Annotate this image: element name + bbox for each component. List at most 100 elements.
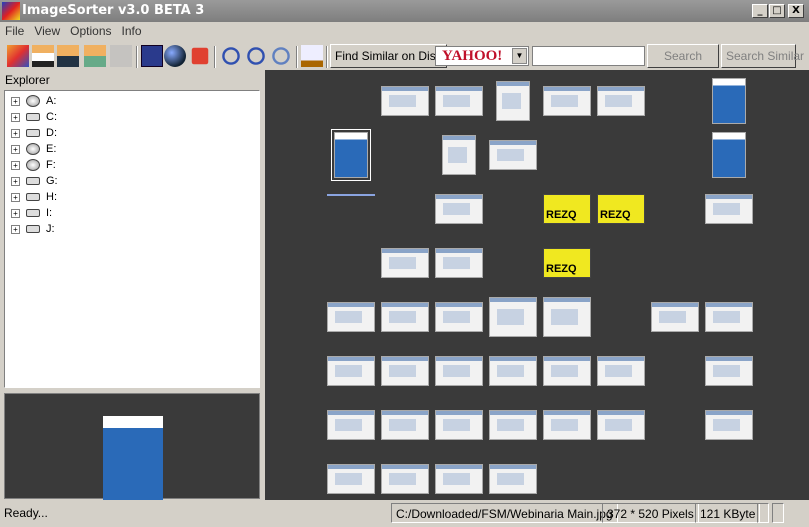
- expand-icon[interactable]: +: [11, 224, 20, 234]
- image-thumbnail[interactable]: [381, 464, 429, 494]
- image-thumbnail[interactable]: [442, 135, 476, 175]
- image-thumbnail[interactable]: [327, 464, 375, 494]
- search-button[interactable]: Search: [647, 44, 719, 68]
- image-thumbnail[interactable]: [435, 410, 483, 440]
- image-thumbnail[interactable]: [327, 302, 375, 332]
- image-thumbnail[interactable]: [435, 248, 483, 278]
- sort-by-name-icon[interactable]: [32, 45, 54, 67]
- image-thumbnail[interactable]: [381, 86, 429, 116]
- image-thumbnail[interactable]: [489, 464, 537, 494]
- image-canvas[interactable]: [265, 70, 809, 500]
- image-thumbnail[interactable]: [327, 356, 375, 386]
- image-thumbnail[interactable]: [496, 81, 530, 121]
- chevron-down-icon[interactable]: ▼: [512, 48, 527, 64]
- image-thumbnail[interactable]: [435, 86, 483, 116]
- image-thumbnail[interactable]: [489, 140, 537, 170]
- image-thumbnail[interactable]: [435, 356, 483, 386]
- search-input[interactable]: [532, 46, 645, 66]
- image-thumbnail[interactable]: [489, 410, 537, 440]
- stop-icon[interactable]: [191, 47, 209, 65]
- image-thumbnail[interactable]: [489, 297, 537, 337]
- menu-info[interactable]: Info: [117, 22, 147, 38]
- close-button[interactable]: X: [788, 4, 804, 18]
- status-path: C:/Downloaded/FSM/Webinaria Main.jpg: [391, 503, 618, 523]
- image-thumbnail[interactable]: [381, 410, 429, 440]
- image-thumbnail[interactable]: [327, 194, 375, 196]
- drive-label: H:: [46, 191, 57, 203]
- drive-icon: [26, 193, 40, 201]
- maximize-button[interactable]: □: [769, 4, 785, 18]
- tree-item-drive[interactable]: + G:: [11, 174, 58, 188]
- image-thumbnail[interactable]: [543, 248, 591, 278]
- explorer-tree[interactable]: + A: + C: + D: + E: + F: + G: + H: + I: + J:: [4, 90, 260, 388]
- image-thumbnail[interactable]: [331, 129, 371, 181]
- status-panel: [772, 503, 784, 523]
- explorer-label: Explorer: [5, 73, 50, 87]
- image-thumbnail[interactable]: [381, 248, 429, 278]
- image-thumbnail[interactable]: [327, 410, 375, 440]
- minimize-button[interactable]: _: [752, 4, 768, 18]
- search-engine-select[interactable]: YAHOO! ▼: [435, 46, 529, 66]
- image-thumbnail[interactable]: [543, 356, 591, 386]
- image-thumbnail[interactable]: [597, 410, 645, 440]
- image-thumbnail[interactable]: [705, 410, 753, 440]
- tree-item-drive[interactable]: + C:: [11, 110, 57, 124]
- sort-by-color-icon[interactable]: [7, 45, 29, 67]
- image-thumbnail[interactable]: [705, 356, 753, 386]
- image-thumbnail[interactable]: [597, 194, 645, 224]
- image-thumbnail[interactable]: [597, 86, 645, 116]
- menu-options[interactable]: Options: [65, 22, 116, 38]
- tree-item-drive[interactable]: + E:: [11, 142, 56, 156]
- preview-pane: [4, 393, 260, 500]
- image-thumbnail[interactable]: [543, 194, 591, 224]
- sort-by-date-icon[interactable]: [84, 45, 106, 67]
- expand-icon[interactable]: +: [11, 176, 20, 186]
- expand-icon[interactable]: +: [11, 192, 20, 202]
- image-thumbnail[interactable]: [435, 194, 483, 224]
- image-thumbnail[interactable]: [381, 302, 429, 332]
- image-thumbnail[interactable]: [489, 356, 537, 386]
- app-logo-icon: [2, 2, 20, 20]
- expand-icon[interactable]: +: [11, 128, 20, 138]
- image-thumbnail[interactable]: [712, 132, 746, 178]
- image-thumbnail[interactable]: [705, 194, 753, 224]
- image-thumbnail[interactable]: [597, 356, 645, 386]
- image-thumbnail[interactable]: [435, 464, 483, 494]
- sort-by-size-icon[interactable]: [57, 45, 79, 67]
- drive-icon: [26, 209, 40, 217]
- menu-file[interactable]: File: [0, 22, 29, 38]
- tree-item-drive[interactable]: + A:: [11, 94, 56, 108]
- image-thumbnail[interactable]: [543, 410, 591, 440]
- tree-item-drive[interactable]: + F:: [11, 158, 56, 172]
- search-similar-button[interactable]: Search Similar: [721, 44, 804, 68]
- status-dimensions: 372 * 520 Pixels: [602, 503, 699, 523]
- expand-icon[interactable]: +: [11, 160, 20, 170]
- expand-icon[interactable]: +: [11, 144, 20, 154]
- image-thumbnail[interactable]: [651, 302, 699, 332]
- expand-icon[interactable]: +: [11, 112, 20, 122]
- drive-icon: [26, 113, 40, 121]
- zoom-fit-icon[interactable]: [272, 47, 290, 65]
- zoom-in-icon[interactable]: [222, 47, 240, 65]
- find-similar-on-disk-button[interactable]: Find Similar on Disk: [330, 44, 447, 68]
- image-thumbnail[interactable]: [543, 297, 591, 337]
- tree-item-drive[interactable]: + D:: [11, 126, 57, 140]
- tree-item-drive[interactable]: + J:: [11, 222, 55, 236]
- image-thumbnail[interactable]: [705, 302, 753, 332]
- status-text: Ready...: [4, 506, 48, 520]
- view-square-icon[interactable]: [141, 45, 163, 67]
- tree-item-drive[interactable]: + H:: [11, 190, 57, 204]
- expand-icon[interactable]: +: [11, 96, 20, 106]
- view-sphere-icon[interactable]: [164, 45, 186, 67]
- title-bar: ImageSorter v3.0 BETA 3 _ □ X: [0, 0, 809, 22]
- image-thumbnail[interactable]: [543, 86, 591, 116]
- image-thumbnail[interactable]: [435, 302, 483, 332]
- expand-icon[interactable]: +: [11, 208, 20, 218]
- zoom-out-icon[interactable]: [247, 47, 265, 65]
- tree-item-drive[interactable]: + I:: [11, 206, 52, 220]
- image-thumbnail[interactable]: [712, 78, 746, 124]
- menu-view[interactable]: View: [29, 22, 65, 38]
- image-thumbnail[interactable]: [381, 356, 429, 386]
- drive-label: C:: [46, 111, 57, 123]
- paint-bucket-icon[interactable]: [301, 45, 323, 67]
